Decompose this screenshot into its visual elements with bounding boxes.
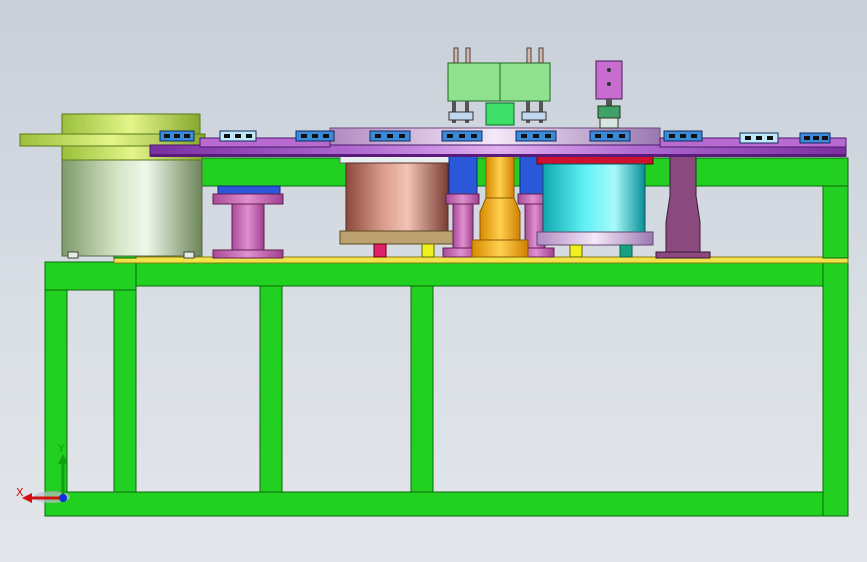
gripper-block-left [447, 62, 501, 102]
cad-viewport[interactable]: X Y [0, 0, 867, 562]
upper-frame-top-beam [113, 157, 849, 187]
frame-left-cross [44, 261, 137, 291]
frame-top-rail [44, 261, 849, 287]
copper-body [345, 162, 449, 234]
fixture-nest [219, 130, 257, 142]
probe-unit[interactable] [595, 60, 623, 129]
plate-shadow-line [150, 154, 846, 157]
right-support-base [655, 251, 711, 259]
fixture-nest [441, 130, 483, 142]
left-support-cap [217, 185, 281, 195]
frame-left-inner-leg [113, 261, 137, 517]
frame-bottom-rail [44, 491, 849, 517]
feeder-body [61, 157, 203, 257]
fixture-nest [295, 130, 335, 142]
copper-base [339, 230, 456, 245]
z-axis-origin-icon [59, 494, 67, 502]
column-flare [479, 197, 521, 241]
gripper-pin [538, 47, 544, 64]
cyan-foot-teal [619, 244, 633, 258]
frame-right-leg [822, 261, 849, 517]
y-axis-label: Y [57, 442, 65, 455]
fixture-nest [159, 130, 195, 142]
left-support-column [231, 203, 265, 251]
copper-foot-yellow [421, 243, 435, 258]
frame-post-1 [259, 285, 283, 493]
fixture-nest [663, 130, 703, 142]
gripper-tip-left [448, 111, 474, 121]
x-axis-label: X [16, 486, 24, 499]
feeder-foot-right [183, 251, 195, 259]
probe-tip [599, 117, 619, 129]
gripper-pin [526, 47, 532, 64]
pink-leg-left-column [452, 203, 474, 251]
pink-leg-left [445, 193, 480, 205]
probe-head [597, 105, 621, 119]
gripper-tip-right [521, 111, 547, 121]
gripper-block-right [499, 62, 551, 102]
base-frame[interactable] [44, 261, 849, 517]
gripper-pin [453, 47, 459, 64]
cyan-base [536, 231, 654, 246]
fixture-nest [589, 130, 631, 142]
probe-body [595, 60, 623, 100]
indexer-cylinder-cyan[interactable] [536, 154, 654, 258]
cyan-foot-yellow [569, 244, 583, 258]
column-green-head [485, 102, 515, 126]
probe-screw [607, 82, 611, 86]
probe-screw [607, 68, 611, 72]
column-base [471, 239, 529, 258]
frame-post-2 [410, 285, 434, 493]
indexer-cylinder-copper[interactable] [339, 154, 456, 258]
fixture-nest [799, 132, 831, 144]
fixture-nest [369, 130, 411, 142]
left-support-stand[interactable] [212, 185, 284, 259]
gripper-pin [465, 47, 471, 64]
fixture-nest [739, 132, 779, 144]
coordinate-triad: X Y [16, 442, 70, 503]
fixture-nest [515, 130, 557, 142]
left-support-base [212, 249, 284, 259]
feeder-foot-left [67, 251, 79, 259]
left-support-flange [212, 193, 284, 205]
right-support-body [665, 149, 701, 253]
cyan-body [542, 163, 646, 235]
copper-foot-pink [373, 243, 387, 258]
blue-actuator-left [448, 155, 478, 195]
